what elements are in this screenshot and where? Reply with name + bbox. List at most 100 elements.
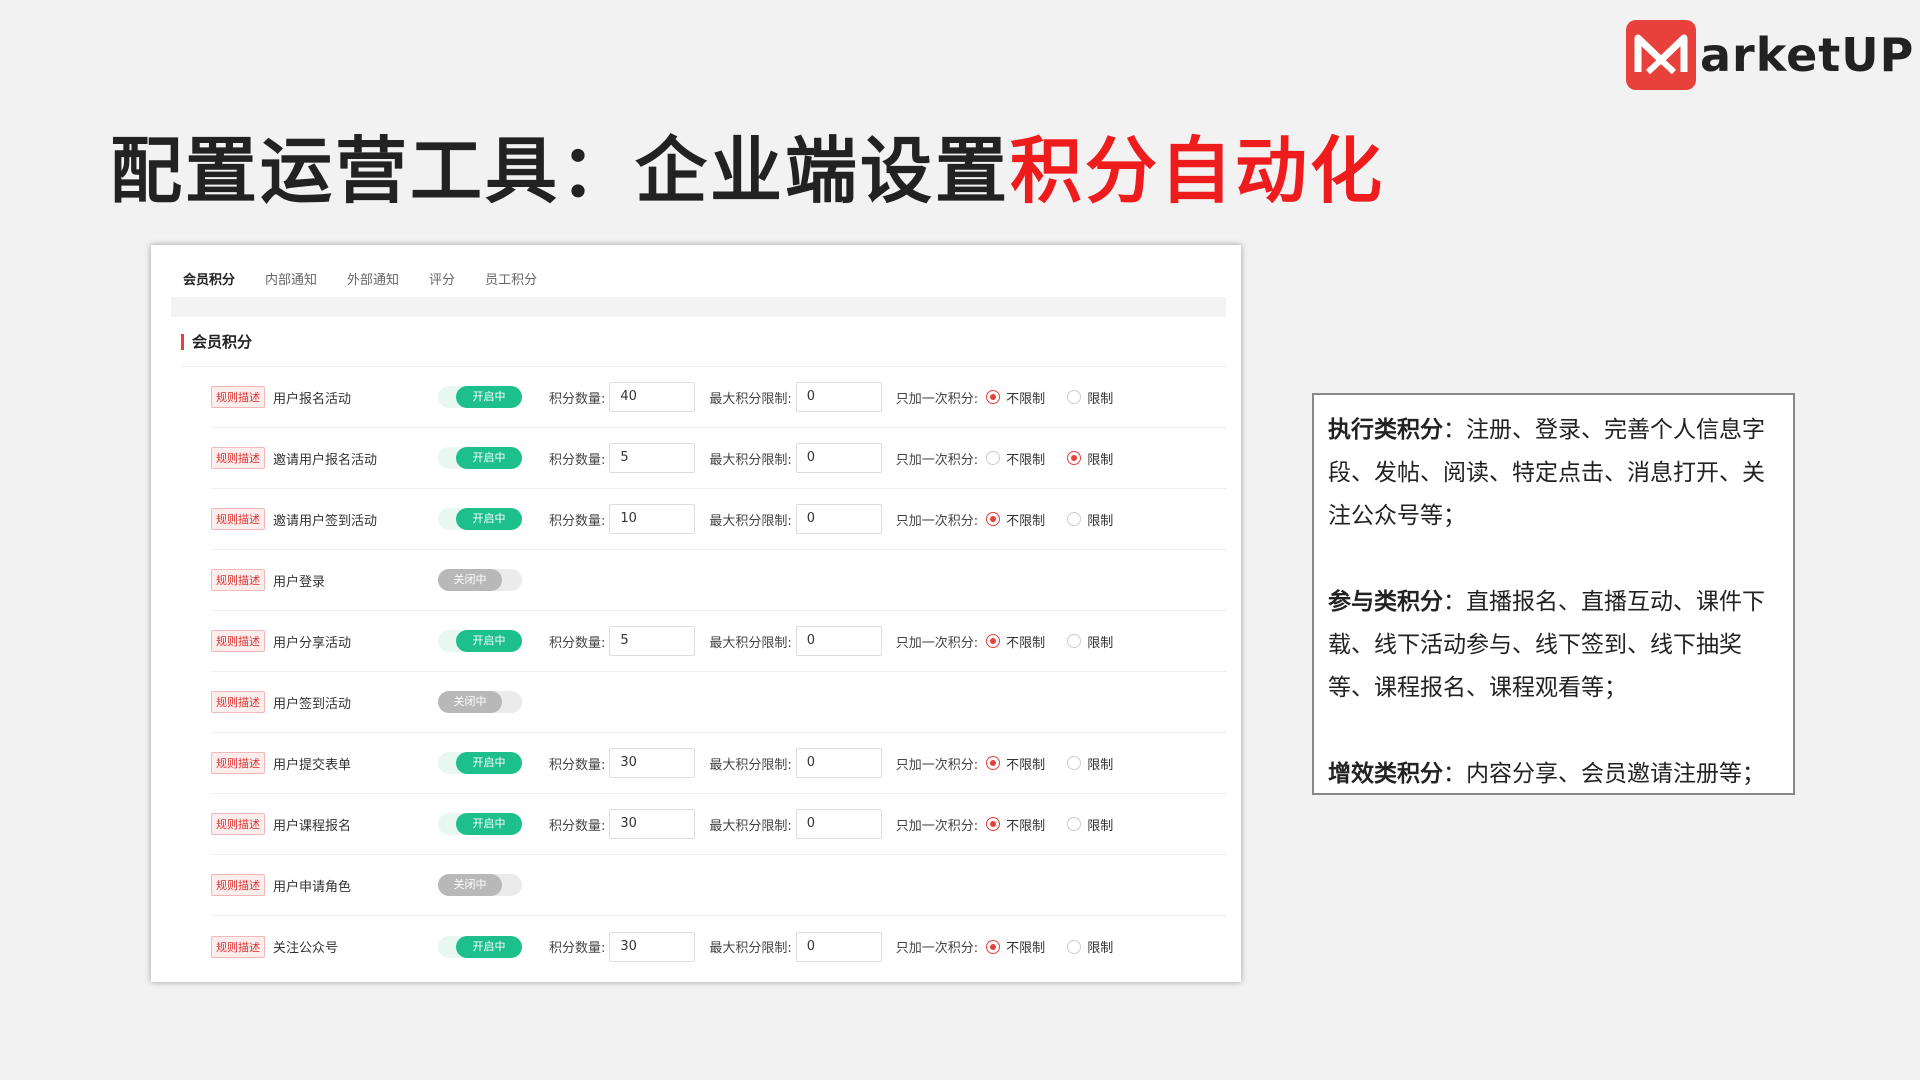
max-limit-input[interactable]: 0: [795, 382, 882, 412]
unlimited-label: 不限制: [1006, 757, 1046, 773]
limited-label: 限制: [1087, 818, 1114, 834]
max-limit-label: 最大积分限制:: [709, 513, 792, 529]
points-section: 会员积分 规则描述 用户报名活动 开启中 积分数量: 40 最大积分限制: 0 只加一次积分:…: [181, 317, 1226, 982]
once-only-label: 只加一次积分:: [895, 635, 979, 651]
rule-name: 关注公众号: [273, 941, 339, 956]
tab-bar: 会员积分 内部通知 外部通知 评分 员工积分: [183, 263, 567, 299]
rule-toggle[interactable]: 关闭中: [438, 874, 522, 896]
rule-row: 规则描述 关注公众号 开启中 积分数量: 30 最大积分限制: 0 只加一次积分: 不限制 限制: [211, 916, 1226, 977]
limited-radio[interactable]: [1067, 756, 1082, 770]
rule-name: 用户报名活动: [273, 391, 352, 407]
points-qty-input[interactable]: 5: [609, 626, 696, 656]
tab-2[interactable]: 外部通知: [347, 263, 399, 299]
rule-toggle[interactable]: 开启中: [438, 752, 522, 774]
rule-name: 用户分享活动: [273, 635, 352, 651]
limited-label: 限制: [1087, 391, 1114, 407]
rule-description-tag[interactable]: 规则描述: [211, 569, 265, 591]
limited-radio[interactable]: [1067, 817, 1082, 831]
rule-description-tag[interactable]: 规则描述: [211, 630, 265, 652]
limited-label: 限制: [1087, 452, 1114, 468]
rule-toggle[interactable]: 开启中: [438, 813, 522, 835]
title-main: 配置运营工具：企业端设置: [110, 129, 1011, 213]
rule-row: 规则描述 用户登录 关闭中: [211, 550, 1226, 611]
tab-3[interactable]: 评分: [429, 263, 455, 299]
points-qty-input[interactable]: 10: [609, 504, 696, 534]
unlimited-radio[interactable]: [986, 756, 1001, 770]
limited-radio[interactable]: [1067, 390, 1082, 404]
rule-name: 用户登录: [273, 574, 326, 590]
toggle-label: 开启中: [456, 447, 522, 469]
rule-toggle[interactable]: 关闭中: [438, 569, 522, 591]
unlimited-radio[interactable]: [986, 512, 1001, 526]
rule-toggle[interactable]: 开启中: [438, 935, 522, 958]
tab-4[interactable]: 员工积分: [485, 263, 537, 299]
limited-label: 限制: [1087, 513, 1114, 529]
rule-row: 规则描述 用户课程报名 开启中 积分数量: 30 最大积分限制: 0 只加一次积分: 不限制 限制: [211, 794, 1226, 855]
rule-toggle[interactable]: 关闭中: [438, 691, 522, 713]
rule-fields: 积分数量: 5 最大积分限制: 0 只加一次积分: 不限制 限制: [549, 443, 1127, 473]
toggle-label: 开启中: [456, 630, 522, 652]
points-qty-input[interactable]: 30: [609, 809, 696, 839]
max-limit-input[interactable]: 0: [795, 626, 882, 656]
points-qty-input[interactable]: 5: [609, 443, 696, 473]
limited-radio[interactable]: [1067, 939, 1082, 954]
unlimited-radio[interactable]: [986, 939, 1001, 954]
rule-description-tag[interactable]: 规则描述: [211, 386, 265, 408]
rule-fields: 积分数量: 30 最大积分限制: 0 只加一次积分: 不限制 限制: [549, 748, 1127, 778]
rule-fields: 积分数量: 30 最大积分限制: 0 只加一次积分: 不限制 限制: [549, 931, 1127, 962]
rule-description-tag[interactable]: 规则描述: [211, 508, 265, 530]
rule-toggle[interactable]: 开启中: [438, 508, 522, 530]
rule-toggle[interactable]: 开启中: [438, 630, 522, 652]
max-limit-input[interactable]: 0: [795, 504, 882, 534]
toggle-label: 关闭中: [438, 569, 502, 591]
toggle-label: 关闭中: [438, 874, 502, 896]
limited-radio[interactable]: [1067, 512, 1082, 526]
rule-row: 规则描述 用户申请角色 关闭中: [211, 855, 1226, 916]
toggle-label: 开启中: [456, 752, 522, 774]
points-qty-label: 积分数量:: [549, 513, 606, 529]
rule-description-tag[interactable]: 规则描述: [211, 935, 265, 958]
rule-row: 规则描述 邀请用户签到活动 开启中 积分数量: 10 最大积分限制: 0 只加一次积分: 不限制…: [211, 489, 1226, 550]
max-limit-input[interactable]: 0: [795, 443, 882, 473]
unlimited-radio[interactable]: [986, 390, 1001, 404]
logo-text: arketUP: [1700, 28, 1915, 82]
rule-toggle[interactable]: 开启中: [438, 386, 522, 408]
participate-points-title: 参与类积分: [1328, 589, 1443, 615]
rule-description-tag[interactable]: 规则描述: [211, 813, 265, 835]
exec-points-paragraph: 执行类积分：注册、登录、完善个人信息字段、发帖、阅读、特定点击、消息打开、关注公…: [1328, 409, 1779, 538]
rule-description-tag[interactable]: 规则描述: [211, 447, 265, 469]
boost-points-title: 增效类积分: [1328, 761, 1443, 787]
unlimited-radio[interactable]: [986, 817, 1001, 831]
max-limit-input[interactable]: 0: [795, 748, 882, 778]
unlimited-label: 不限制: [1006, 391, 1046, 407]
rule-description-tag[interactable]: 规则描述: [211, 752, 265, 774]
rule-toggle[interactable]: 开启中: [438, 447, 522, 469]
unlimited-label: 不限制: [1006, 635, 1046, 651]
max-limit-input[interactable]: 0: [795, 809, 882, 839]
page-title: 配置运营工具：企业端设置积分自动化: [110, 112, 1385, 217]
unlimited-label: 不限制: [1006, 818, 1046, 834]
tab-0[interactable]: 会员积分: [183, 263, 236, 299]
section-title: 会员积分: [192, 333, 253, 351]
points-qty-input[interactable]: 30: [609, 748, 696, 778]
points-qty-input[interactable]: 30: [609, 931, 696, 962]
max-limit-input[interactable]: 0: [795, 931, 882, 962]
rule-fields: 积分数量: 30 最大积分限制: 0 只加一次积分: 不限制 限制: [549, 809, 1127, 839]
max-limit-label: 最大积分限制:: [709, 391, 792, 407]
points-qty-label: 积分数量:: [549, 757, 606, 773]
rule-name: 用户提交表单: [273, 757, 352, 773]
logo-m-icon: [1626, 20, 1696, 90]
limited-radio[interactable]: [1067, 634, 1082, 648]
section-header: 会员积分: [181, 317, 1226, 367]
unlimited-radio[interactable]: [986, 451, 1001, 465]
rule-description-tag[interactable]: 规则描述: [211, 691, 265, 713]
rule-description-tag[interactable]: 规则描述: [211, 874, 265, 896]
points-qty-label: 积分数量:: [549, 635, 606, 651]
points-qty-input[interactable]: 40: [609, 382, 696, 412]
points-qty-label: 积分数量:: [549, 818, 606, 834]
max-limit-label: 最大积分限制:: [709, 941, 792, 956]
limited-label: 限制: [1087, 635, 1114, 651]
unlimited-radio[interactable]: [986, 634, 1001, 648]
tab-1[interactable]: 内部通知: [265, 263, 317, 299]
limited-radio[interactable]: [1067, 451, 1082, 465]
